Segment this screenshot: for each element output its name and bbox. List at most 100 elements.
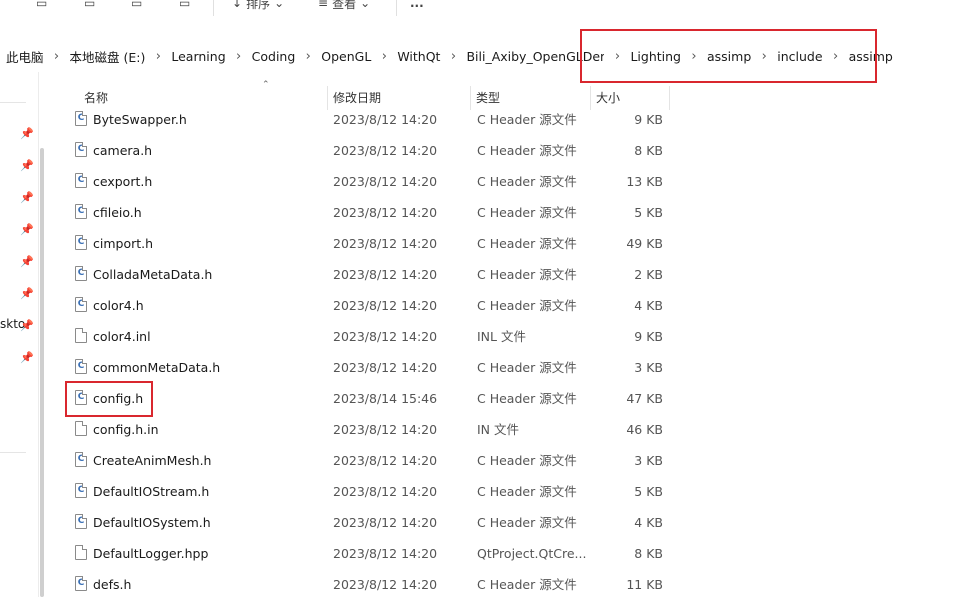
file-date: 2023/8/12 14:20 — [333, 329, 438, 344]
file-date: 2023/8/12 14:20 — [333, 112, 438, 127]
file-size: 3 KB — [634, 360, 663, 375]
file-type: C Header 源文件 — [477, 174, 577, 189]
chevron-right-icon[interactable]: › — [440, 49, 466, 64]
file-row[interactable]: DefaultLogger.hpp 2023/8/12 14:20 QtProjec… — [62, 538, 672, 569]
file-name: commonMetaData.h — [93, 360, 221, 375]
sort-label: 排序 — [246, 0, 271, 11]
c-header-icon: C — [75, 111, 87, 126]
file-name: DefaultIOStream.h — [93, 484, 210, 499]
more-button[interactable]: ... — [410, 0, 424, 12]
share-icon[interactable]: ▭ — [131, 0, 142, 12]
file-size: 46 KB — [626, 422, 663, 437]
c-header-icon: C — [75, 514, 87, 529]
file-size: 8 KB — [634, 546, 663, 561]
pin-icon[interactable]: 📌 — [20, 159, 34, 172]
file-row[interactable]: Ccolor4.h 2023/8/12 14:20 C Header 源文件 4 KB — [62, 290, 672, 321]
file-type: INL 文件 — [477, 329, 526, 344]
file-name: DefaultLogger.hpp — [93, 546, 209, 561]
file-row[interactable]: Ccexport.h 2023/8/12 14:20 C Header 源文件 13 … — [62, 166, 672, 197]
file-name: cfileio.h — [93, 205, 142, 220]
file-date: 2023/8/12 14:20 — [333, 484, 438, 499]
file-row[interactable]: Ccfileio.h 2023/8/12 14:20 C Header 源文件 5 K… — [62, 197, 672, 228]
breadcrumb-item[interactable]: 本地磁盘 (E:) — [70, 47, 146, 66]
file-row[interactable]: config.h.in 2023/8/12 14:20 IN 文件 46 KB — [62, 414, 672, 445]
file-row[interactable]: C DefaultIOStream.h 2023/8/12 14:20 C Heade… — [62, 476, 672, 507]
new-icon[interactable]: ▭ — [36, 0, 47, 12]
file-icon — [75, 545, 87, 560]
file-type: C Header 源文件 — [477, 143, 577, 158]
file-name: ColladaMetaData.h — [93, 267, 213, 282]
pin-icon[interactable]: 📌 — [20, 191, 34, 204]
chevron-right-icon[interactable]: › — [371, 49, 397, 64]
c-header-icon: C — [75, 483, 87, 498]
file-date: 2023/8/12 14:20 — [333, 546, 438, 561]
file-date: 2023/8/12 14:20 — [333, 298, 438, 313]
file-type: C Header 源文件 — [477, 267, 577, 282]
c-header-icon: C — [75, 235, 87, 250]
nav-scrollbar[interactable] — [40, 148, 44, 597]
file-size: 2 KB — [634, 267, 663, 282]
pin-icon[interactable]: 📌 — [20, 127, 34, 140]
c-header-icon: C — [75, 297, 87, 312]
file-date: 2023/8/12 14:20 — [333, 422, 438, 437]
file-date: 2023/8/12 14:20 — [333, 143, 438, 158]
breadcrumb-item[interactable]: Learning — [171, 49, 225, 64]
breadcrumb-item[interactable]: 此电脑 — [6, 47, 44, 66]
copy-icon[interactable]: ▭ — [84, 0, 95, 12]
file-type: IN 文件 — [477, 422, 520, 437]
file-name: ByteSwapper.h — [93, 112, 187, 127]
file-size: 5 KB — [634, 205, 663, 220]
file-type: C Header 源文件 — [477, 298, 577, 313]
file-row[interactable]: C ByteSwapper.h 2023/8/12 14:20 C Header 源文… — [62, 104, 672, 135]
view-label: 查看 — [332, 0, 357, 11]
file-row[interactable]: C DefaultIOSystem.h 2023/8/12 14:20 C Heade… — [62, 507, 672, 538]
file-row[interactable]: C CreateAnimMesh.h 2023/8/12 14:20 C Header… — [62, 445, 672, 476]
breadcrumb-item[interactable]: Coding — [252, 49, 296, 64]
pin-icon[interactable]: 📌 — [20, 287, 34, 300]
c-header-icon: C — [75, 452, 87, 467]
sort-button[interactable]: ↓ 排序 ⌄ — [232, 0, 284, 12]
delete-icon[interactable]: ▭ — [179, 0, 190, 12]
pin-icon[interactable]: 📌 — [20, 319, 34, 332]
file-date: 2023/8/12 14:20 — [333, 453, 438, 468]
file-date: 2023/8/12 14:20 — [333, 205, 438, 220]
file-row[interactable]: Cdefs.h 2023/8/12 14:20 C Header 源文件 11 KB — [62, 569, 672, 600]
file-size: 4 KB — [634, 298, 663, 313]
file-size: 3 KB — [634, 453, 663, 468]
file-type: C Header 源文件 — [477, 236, 577, 251]
toolbar: ▭ ▭ ▭ ▭ ↓ 排序 ⌄ ≡ 查看 ⌄ ... — [0, 0, 965, 20]
file-name: camera.h — [93, 143, 153, 158]
chevron-right-icon[interactable]: › — [44, 49, 70, 64]
file-row[interactable]: CcommonMetaData.h 2023/8/12 14:20 C Header… — [62, 352, 672, 383]
file-type: C Header 源文件 — [477, 112, 577, 127]
file-row[interactable]: Cconfig.h 2023/8/14 15:46 C Header 源文件 47 K… — [62, 383, 672, 414]
file-name: CreateAnimMesh.h — [93, 453, 212, 468]
file-row[interactable]: Ccamera.h 2023/8/12 14:20 C Header 源文件 8 KB — [62, 135, 672, 166]
file-row[interactable]: Ccimport.h 2023/8/12 14:20 C Header 源文件 49 … — [62, 228, 672, 259]
file-size: 49 KB — [626, 236, 663, 251]
breadcrumb-item[interactable]: OpenGL — [321, 49, 371, 64]
file-name: cexport.h — [93, 174, 153, 189]
file-name: color4.h — [93, 298, 144, 313]
file-type: C Header 源文件 — [477, 515, 577, 530]
file-date: 2023/8/12 14:20 — [333, 515, 438, 530]
view-button[interactable]: ≡ 查看 ⌄ — [318, 0, 370, 12]
pin-icon[interactable]: 📌 — [20, 223, 34, 236]
file-size: 5 KB — [634, 484, 663, 499]
view-icon: ≡ — [318, 0, 329, 10]
chevron-down-icon: ⌄ — [274, 0, 285, 10]
file-row[interactable]: C ColladaMetaData.h 2023/8/12 14:20 C Heade… — [62, 259, 672, 290]
chevron-right-icon[interactable]: › — [145, 49, 171, 64]
pin-icon[interactable]: 📌 — [20, 255, 34, 268]
file-name: config.h.in — [93, 422, 159, 437]
file-size: 4 KB — [634, 515, 663, 530]
chevron-right-icon[interactable]: › — [226, 49, 252, 64]
breadcrumb-item[interactable]: WithQt — [397, 49, 440, 64]
c-header-icon: C — [75, 266, 87, 281]
file-size: 11 KB — [626, 577, 663, 592]
chevron-right-icon[interactable]: › — [295, 49, 321, 64]
file-date: 2023/8/12 14:20 — [333, 174, 438, 189]
file-date: 2023/8/12 14:20 — [333, 236, 438, 251]
file-row[interactable]: color4.inl 2023/8/12 14:20 INL 文件 9 KB — [62, 321, 672, 352]
pin-icon[interactable]: 📌 — [20, 351, 34, 364]
